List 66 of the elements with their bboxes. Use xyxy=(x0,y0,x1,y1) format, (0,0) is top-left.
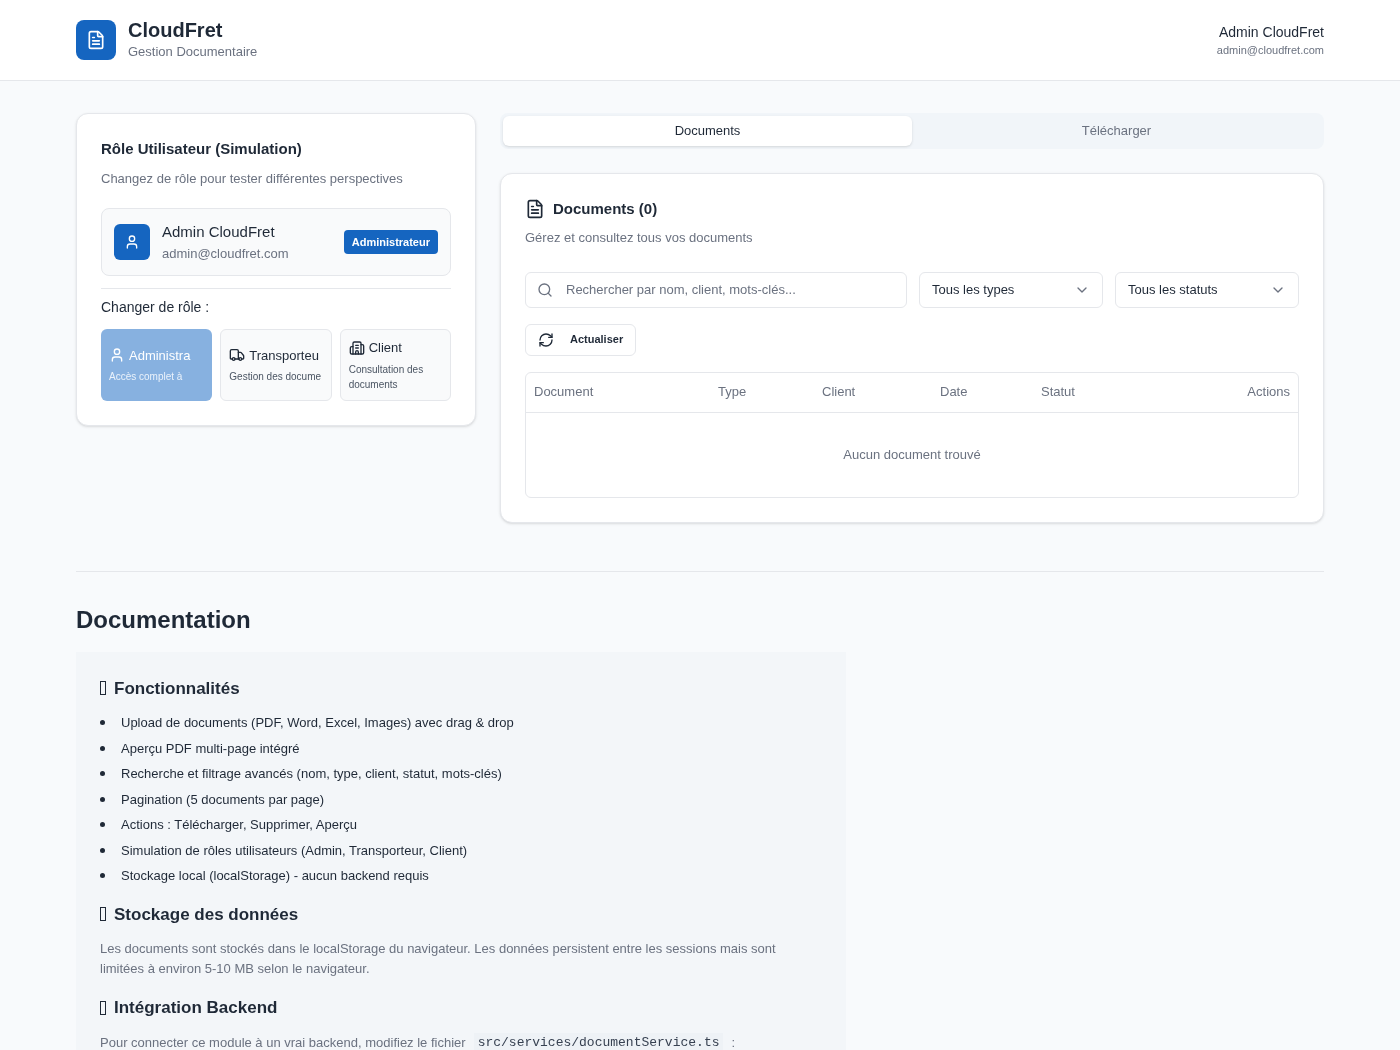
column-header: Date xyxy=(940,383,969,402)
colon-text: : xyxy=(731,1033,736,1050)
avatar-icon xyxy=(114,224,150,260)
brand-name: CloudFret xyxy=(128,18,224,43)
role-badge: Administrateur xyxy=(343,229,438,255)
bullet-icon xyxy=(100,771,105,777)
filter-dropdown[interactable]: Tous les statuts xyxy=(1115,271,1299,308)
bullet-icon xyxy=(100,796,105,802)
feature-item: Aperçu PDF multi-page intégré xyxy=(121,739,300,758)
documents-title: Documents (0) xyxy=(553,198,658,219)
role-option-description: Accès complet à xyxy=(109,370,184,384)
role-option-label: Administra xyxy=(129,346,191,365)
column-header: Statut xyxy=(1041,383,1076,402)
column-header: Document xyxy=(534,383,595,402)
bullet-icon xyxy=(100,873,105,879)
user-email: admin@cloudfret.com xyxy=(1216,42,1324,58)
current-user-email: admin@cloudfret.com xyxy=(162,244,290,263)
role-card-title: Rôle Utilisateur (Simulation) xyxy=(101,139,303,159)
search-icon xyxy=(537,281,553,298)
building-icon xyxy=(348,339,365,356)
role-option-label: Client xyxy=(368,339,402,357)
refresh-icon xyxy=(538,331,554,348)
search-field[interactable]: Rechercher par nom, client, mots-clés... xyxy=(525,271,907,308)
truck-icon xyxy=(229,347,246,364)
feature-item: Pagination (5 documents par page) xyxy=(121,790,325,809)
column-header: Client xyxy=(822,383,857,402)
user-name: Admin CloudFret xyxy=(1217,22,1324,42)
section-heading: Stockage des données xyxy=(100,901,822,927)
section-heading: Fonctionnalités xyxy=(100,675,822,701)
column-header: Actions xyxy=(1247,383,1290,402)
missing-glyph-icon xyxy=(100,681,106,696)
missing-glyph-icon xyxy=(100,907,106,922)
feature-item: Simulation de rôles utilisateurs (Admin, Transporteur, Client) xyxy=(121,841,468,860)
section-text: Les documents sont stockés dans le localStorage du navigateur. Les données persistent entre les sessions mais sont limitées à environ 5-10 MB selon le navigateur. xyxy=(100,940,777,978)
bullet-icon xyxy=(100,720,105,726)
role-option-description: Consultation des documents xyxy=(348,362,425,392)
role-option[interactable]: Client Consultation des documents xyxy=(339,329,451,401)
feature-item: Stockage local (localStorage) - aucun backend requis xyxy=(121,867,429,885)
brand-subtitle: Gestion Documentaire xyxy=(128,43,258,62)
tab[interactable]: Télécharger xyxy=(912,116,1321,146)
user-icon xyxy=(109,347,125,364)
current-user-name: Admin CloudFret xyxy=(162,222,276,242)
section-text: Pour connecter ce module à un vrai backend, modifiez le fichier xyxy=(100,1033,466,1050)
bullet-icon xyxy=(100,847,105,853)
file-path: src/services/documentService.ts xyxy=(473,1032,724,1050)
role-card-description: Changez de rôle pour tester différentes perspectives xyxy=(101,169,404,188)
feature-item: Recherche et filtrage avancés (nom, type, client, statut, mots-clés) xyxy=(121,765,502,783)
empty-state-text: Aucun document trouvé xyxy=(843,445,981,464)
refresh-button[interactable]: Actualiser xyxy=(525,323,637,356)
role-option[interactable]: Transporteu Gestion des docume xyxy=(220,329,332,401)
filter-dropdown[interactable]: Tous les types xyxy=(919,271,1103,308)
documents-description: Gérez et consultez tous vos documents xyxy=(525,229,754,247)
role-option-label: Transporteu xyxy=(249,346,319,365)
tab[interactable]: Documents xyxy=(503,116,912,146)
document-icon xyxy=(525,198,545,219)
feature-item: Upload de documents (PDF, Word, Excel, Images) avec drag & drop xyxy=(121,714,514,732)
missing-glyph-icon xyxy=(100,1000,106,1015)
feature-item: Actions : Télécharger, Supprimer, Aperçu xyxy=(121,816,358,834)
change-role-label: Changer de rôle : xyxy=(101,298,211,317)
documentation-title: Documentation xyxy=(76,604,252,635)
logo-icon xyxy=(76,20,116,60)
bullet-icon xyxy=(100,745,105,751)
section-heading: Intégration Backend xyxy=(100,995,822,1021)
bullet-icon xyxy=(100,822,105,828)
column-header: Type xyxy=(718,383,748,402)
role-option-description: Gestion des docume xyxy=(229,370,323,384)
